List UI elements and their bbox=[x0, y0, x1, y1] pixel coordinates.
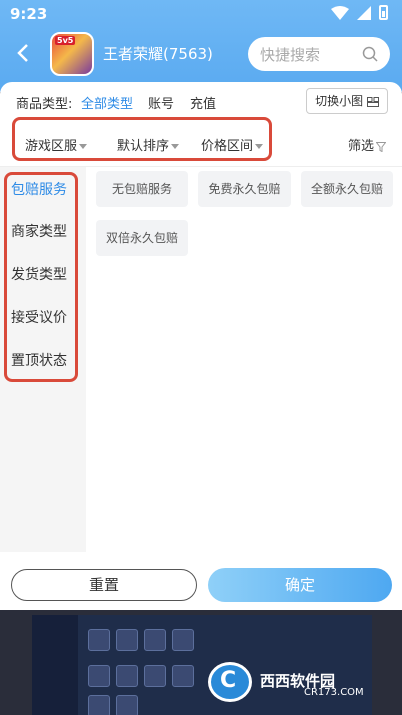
game-item-cell bbox=[144, 665, 166, 687]
game-item-cell bbox=[116, 695, 138, 715]
filter-button-label: 筛选 bbox=[348, 139, 375, 154]
type-option-all[interactable]: 全部类型 bbox=[81, 93, 133, 112]
page-title: 王者荣耀(7563) bbox=[103, 45, 213, 63]
type-label: 商品类型: bbox=[16, 97, 73, 112]
tag-full-guarantee[interactable]: 全额永久包赔 bbox=[301, 171, 393, 207]
game-item-cell bbox=[116, 665, 138, 687]
game-menu-panel bbox=[32, 615, 78, 715]
game-item-cell bbox=[116, 629, 138, 651]
game-item-cell bbox=[172, 629, 194, 651]
type-option-recharge[interactable]: 充值 bbox=[190, 93, 216, 112]
back-arrow-icon bbox=[17, 44, 28, 62]
background-screenshot: C 西西软件园 CR173.COM bbox=[0, 610, 402, 715]
switch-view-button[interactable]: 切换小图 bbox=[306, 88, 388, 114]
status-time: 9:23 bbox=[10, 5, 48, 23]
status-bar: 9:23 bbox=[0, 0, 402, 28]
filter-highlight-box bbox=[12, 117, 272, 161]
funnel-icon bbox=[376, 141, 387, 152]
tag-no-guarantee[interactable]: 无包赔服务 bbox=[96, 171, 188, 207]
switch-view-label: 切换小图 bbox=[315, 94, 364, 108]
game-item-cell bbox=[172, 665, 194, 687]
game-item-cell bbox=[88, 629, 110, 651]
side-highlight-box bbox=[4, 172, 78, 382]
logo-badge: 5v5 bbox=[55, 36, 76, 45]
back-button[interactable] bbox=[16, 42, 36, 66]
signal-icon bbox=[357, 5, 371, 20]
battery-icon bbox=[379, 5, 388, 20]
game-item-cell bbox=[88, 665, 110, 687]
grid-icon bbox=[367, 96, 379, 107]
filter-button[interactable]: 筛选 bbox=[348, 135, 387, 154]
game-logo: 5v5 bbox=[50, 32, 94, 76]
footer: 重置 确定 bbox=[0, 552, 402, 610]
status-icons bbox=[331, 5, 388, 20]
search-input[interactable]: 快捷搜索 bbox=[248, 37, 390, 71]
tag-free-guarantee[interactable]: 免费永久包赔 bbox=[198, 171, 291, 207]
search-placeholder: 快捷搜索 bbox=[260, 46, 321, 64]
type-row: 商品类型: 全部类型 账号 充值 切换小图 bbox=[0, 88, 402, 114]
confirm-button[interactable]: 确定 bbox=[208, 568, 392, 602]
search-icon[interactable] bbox=[362, 46, 378, 62]
header: 5v5 王者荣耀(7563) 快捷搜索 bbox=[0, 28, 402, 80]
top-header-area: 9:23 5v5 王者荣耀(7563) 快捷搜索 bbox=[0, 0, 402, 92]
type-option-account[interactable]: 账号 bbox=[148, 93, 174, 112]
game-item-cell bbox=[144, 629, 166, 651]
game-item-cell bbox=[88, 695, 110, 715]
watermark-logo: C bbox=[208, 662, 252, 702]
wifi-icon bbox=[331, 5, 349, 20]
filter-sheet: 商品类型: 全部类型 账号 充值 切换小图 游戏区服 默认排序 价格区间 筛选 … bbox=[0, 82, 402, 610]
watermark-logo-letter: C bbox=[220, 668, 237, 693]
watermark: C 西西软件园 CR173.COM bbox=[208, 660, 380, 704]
tag-double-guarantee[interactable]: 双倍永久包赔 bbox=[96, 220, 188, 256]
reset-button[interactable]: 重置 bbox=[11, 569, 197, 601]
watermark-subtext: CR173.COM bbox=[304, 687, 364, 698]
